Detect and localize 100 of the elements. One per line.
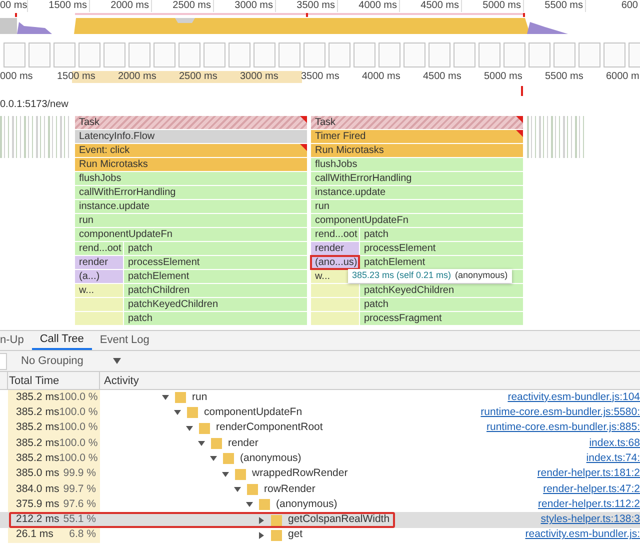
source-link[interactable]: render-helper.ts:112:2	[538, 496, 640, 513]
flame-bar[interactable]: componentUpdateFn	[75, 228, 307, 241]
flame-bar[interactable]: componentUpdateFn	[311, 214, 523, 227]
flame-bar[interactable]: Task	[75, 116, 307, 129]
flame-bar[interactable]: instance.update	[75, 200, 307, 213]
filter-field[interactable]	[0, 352, 7, 370]
expanded-arrow-icon[interactable]	[162, 394, 169, 402]
tree-row[interactable]: 385.2 ms100.0 % renderComponentRoot runtime-core.esm-bundler.js:885:	[0, 420, 640, 436]
time-percent: 100.0 %	[59, 436, 98, 451]
flame-bar[interactable]: instance.update	[311, 186, 523, 199]
activity-name: render	[228, 436, 258, 451]
time-label: 3000 ms	[214, 0, 276, 12]
tree-row[interactable]: 385.0 ms 99.9 % wrappedRowRender render-helper.ts:181:2	[0, 466, 640, 482]
flame-bar[interactable]: run	[311, 200, 523, 213]
flame-bar[interactable]: patchElement	[360, 256, 523, 269]
source-link[interactable]: styles-helper.ts:138:3	[540, 512, 640, 528]
source-link[interactable]: index.ts:68	[589, 436, 640, 452]
source-link[interactable]: reactivity.esm-bundler.js:	[525, 527, 640, 544]
folder-icon	[259, 499, 270, 510]
source-link[interactable]: render-helper.ts:47:2	[543, 482, 640, 498]
flame-bar[interactable]: render	[75, 256, 123, 269]
activity-name: (anonymous)	[240, 450, 302, 466]
source-link[interactable]: reactivity.esm-bundler.js:104	[508, 390, 640, 406]
flame-bar[interactable]: Timer Fired	[311, 130, 523, 143]
flame-bar[interactable]: rend...oot	[75, 242, 123, 255]
time-label: 3000 ms	[240, 70, 280, 84]
flame-bar[interactable]: processFragment	[360, 312, 523, 325]
time-label: 2500 ms	[179, 70, 218, 84]
flame-bar[interactable]: flushJobs	[75, 172, 307, 185]
flame-bar[interactable]: patch	[124, 242, 307, 255]
tooltip-label: (anonymous)	[455, 269, 508, 282]
flame-bar[interactable]: w...	[75, 284, 123, 297]
grouping-dropdown[interactable]: No Grouping	[13, 352, 121, 370]
time-percent: 99.7 %	[63, 482, 96, 497]
time-percent: 100.0 %	[59, 390, 98, 405]
time-label: 5500 ms	[545, 70, 584, 84]
flame-bar[interactable]: Event: click	[75, 144, 307, 157]
activity-name: componentUpdateFn	[204, 405, 302, 420]
folder-icon	[235, 468, 246, 480]
expanded-arrow-icon[interactable]	[186, 424, 193, 432]
expanded-arrow-icon[interactable]	[210, 455, 217, 462]
flame-bar[interactable]: callWithErrorHandling	[75, 186, 307, 199]
flame-bar[interactable]: Run Microtasks	[75, 158, 307, 171]
flame-bar[interactable]: patchChildren	[124, 284, 307, 297]
tab[interactable]: n-Up	[0, 331, 32, 350]
source-link[interactable]: render-helper.ts:181:2	[537, 466, 640, 482]
activity-name: renderComponentRoot	[216, 420, 323, 436]
total-time: 385.2 ms	[16, 420, 60, 436]
tree-row[interactable]: 385.2 ms100.0 % run reactivity.esm-bundler.js:104	[0, 390, 640, 406]
activity-name: wrappedRowRender	[252, 466, 348, 482]
flame-bar[interactable]: (ano...us)	[311, 256, 359, 269]
source-link[interactable]: runtime-core.esm-bundler.js:885:	[486, 420, 640, 436]
flame-bar[interactable]: patch	[360, 298, 523, 311]
flame-bar[interactable]: processElement	[360, 242, 523, 255]
tree-row[interactable]: 384.0 ms 99.7 % rowRender render-helper.ts:47:2	[0, 482, 640, 498]
tree-row[interactable]: 385.2 ms100.0 % componentUpdateFn runtime-core.esm-bundler.js:5580:	[0, 405, 640, 421]
flame-bar[interactable]: render	[311, 242, 359, 255]
expanded-arrow-icon[interactable]	[246, 501, 253, 508]
time-percent: 6.8 %	[69, 527, 96, 542]
collapsed-arrow-icon[interactable]	[258, 532, 265, 539]
tree-row[interactable]: 385.2 ms100.0 % (anonymous) index.ts:74:	[0, 451, 640, 466]
expanded-arrow-icon[interactable]	[234, 486, 241, 493]
time-label: 4000 ms	[362, 70, 402, 84]
warning-triangle-icon	[300, 144, 307, 151]
source-link[interactable]: index.ts:74:	[586, 450, 640, 467]
time-percent: 100.0 %	[59, 405, 98, 420]
flame-bar[interactable]: rend...oot	[311, 228, 359, 241]
marker-icon	[521, 86, 523, 96]
flame-bar[interactable]: Task	[311, 116, 523, 129]
flame-bar[interactable]: patchElement	[124, 270, 307, 283]
activity-name: getColspanRealWidth	[288, 512, 390, 528]
expanded-arrow-icon[interactable]	[198, 440, 205, 448]
flame-bar[interactable]: callWithErrorHandling	[311, 172, 523, 185]
flame-bar[interactable]: patch	[124, 312, 307, 325]
source-link[interactable]: runtime-core.esm-bundler.js:5580:	[480, 405, 640, 421]
tab[interactable]: Event Log	[92, 331, 158, 350]
folder-icon	[175, 392, 186, 404]
folder-icon	[223, 453, 234, 464]
activity-name: run	[192, 390, 208, 405]
flame-bar[interactable]: LatencyInfo.Flow	[75, 130, 307, 143]
flame-bar[interactable]: Run Microtasks	[311, 144, 523, 157]
tree-row[interactable]: 26.1 ms 6.8 % get reactivity.esm-bundler.js:	[0, 528, 640, 543]
column-header[interactable]: Total Time	[8, 372, 100, 389]
flame-bar[interactable]: (a...)	[75, 270, 123, 283]
collapsed-arrow-icon[interactable]	[258, 516, 265, 524]
tree-row[interactable]: 375.9 ms 97.6 % (anonymous) render-helper.ts:112:2	[0, 497, 640, 512]
column-header[interactable]: Activity	[100, 372, 139, 389]
time-label: 2000 ms	[118, 70, 158, 84]
time-percent: 55.1 %	[63, 512, 96, 528]
flame-bar[interactable]: flushJobs	[311, 158, 523, 171]
tree-row[interactable]: 212.2 ms 55.1 % getColspanRealWidth styles-helper.ts:138:3	[0, 512, 640, 528]
flame-bar[interactable]: processElement	[124, 256, 307, 269]
flame-bar[interactable]: run	[75, 214, 307, 227]
tree-row[interactable]: 385.2 ms100.0 % render index.ts:68	[0, 436, 640, 452]
expanded-arrow-icon[interactable]	[222, 470, 229, 478]
time-label: 2000 ms	[90, 0, 152, 12]
expanded-arrow-icon[interactable]	[174, 409, 181, 416]
flame-bar[interactable]: patch	[360, 228, 523, 241]
flame-bar[interactable]: patchKeyedChildren	[360, 284, 523, 297]
flame-bar[interactable]: patchKeyedChildren	[124, 298, 307, 311]
